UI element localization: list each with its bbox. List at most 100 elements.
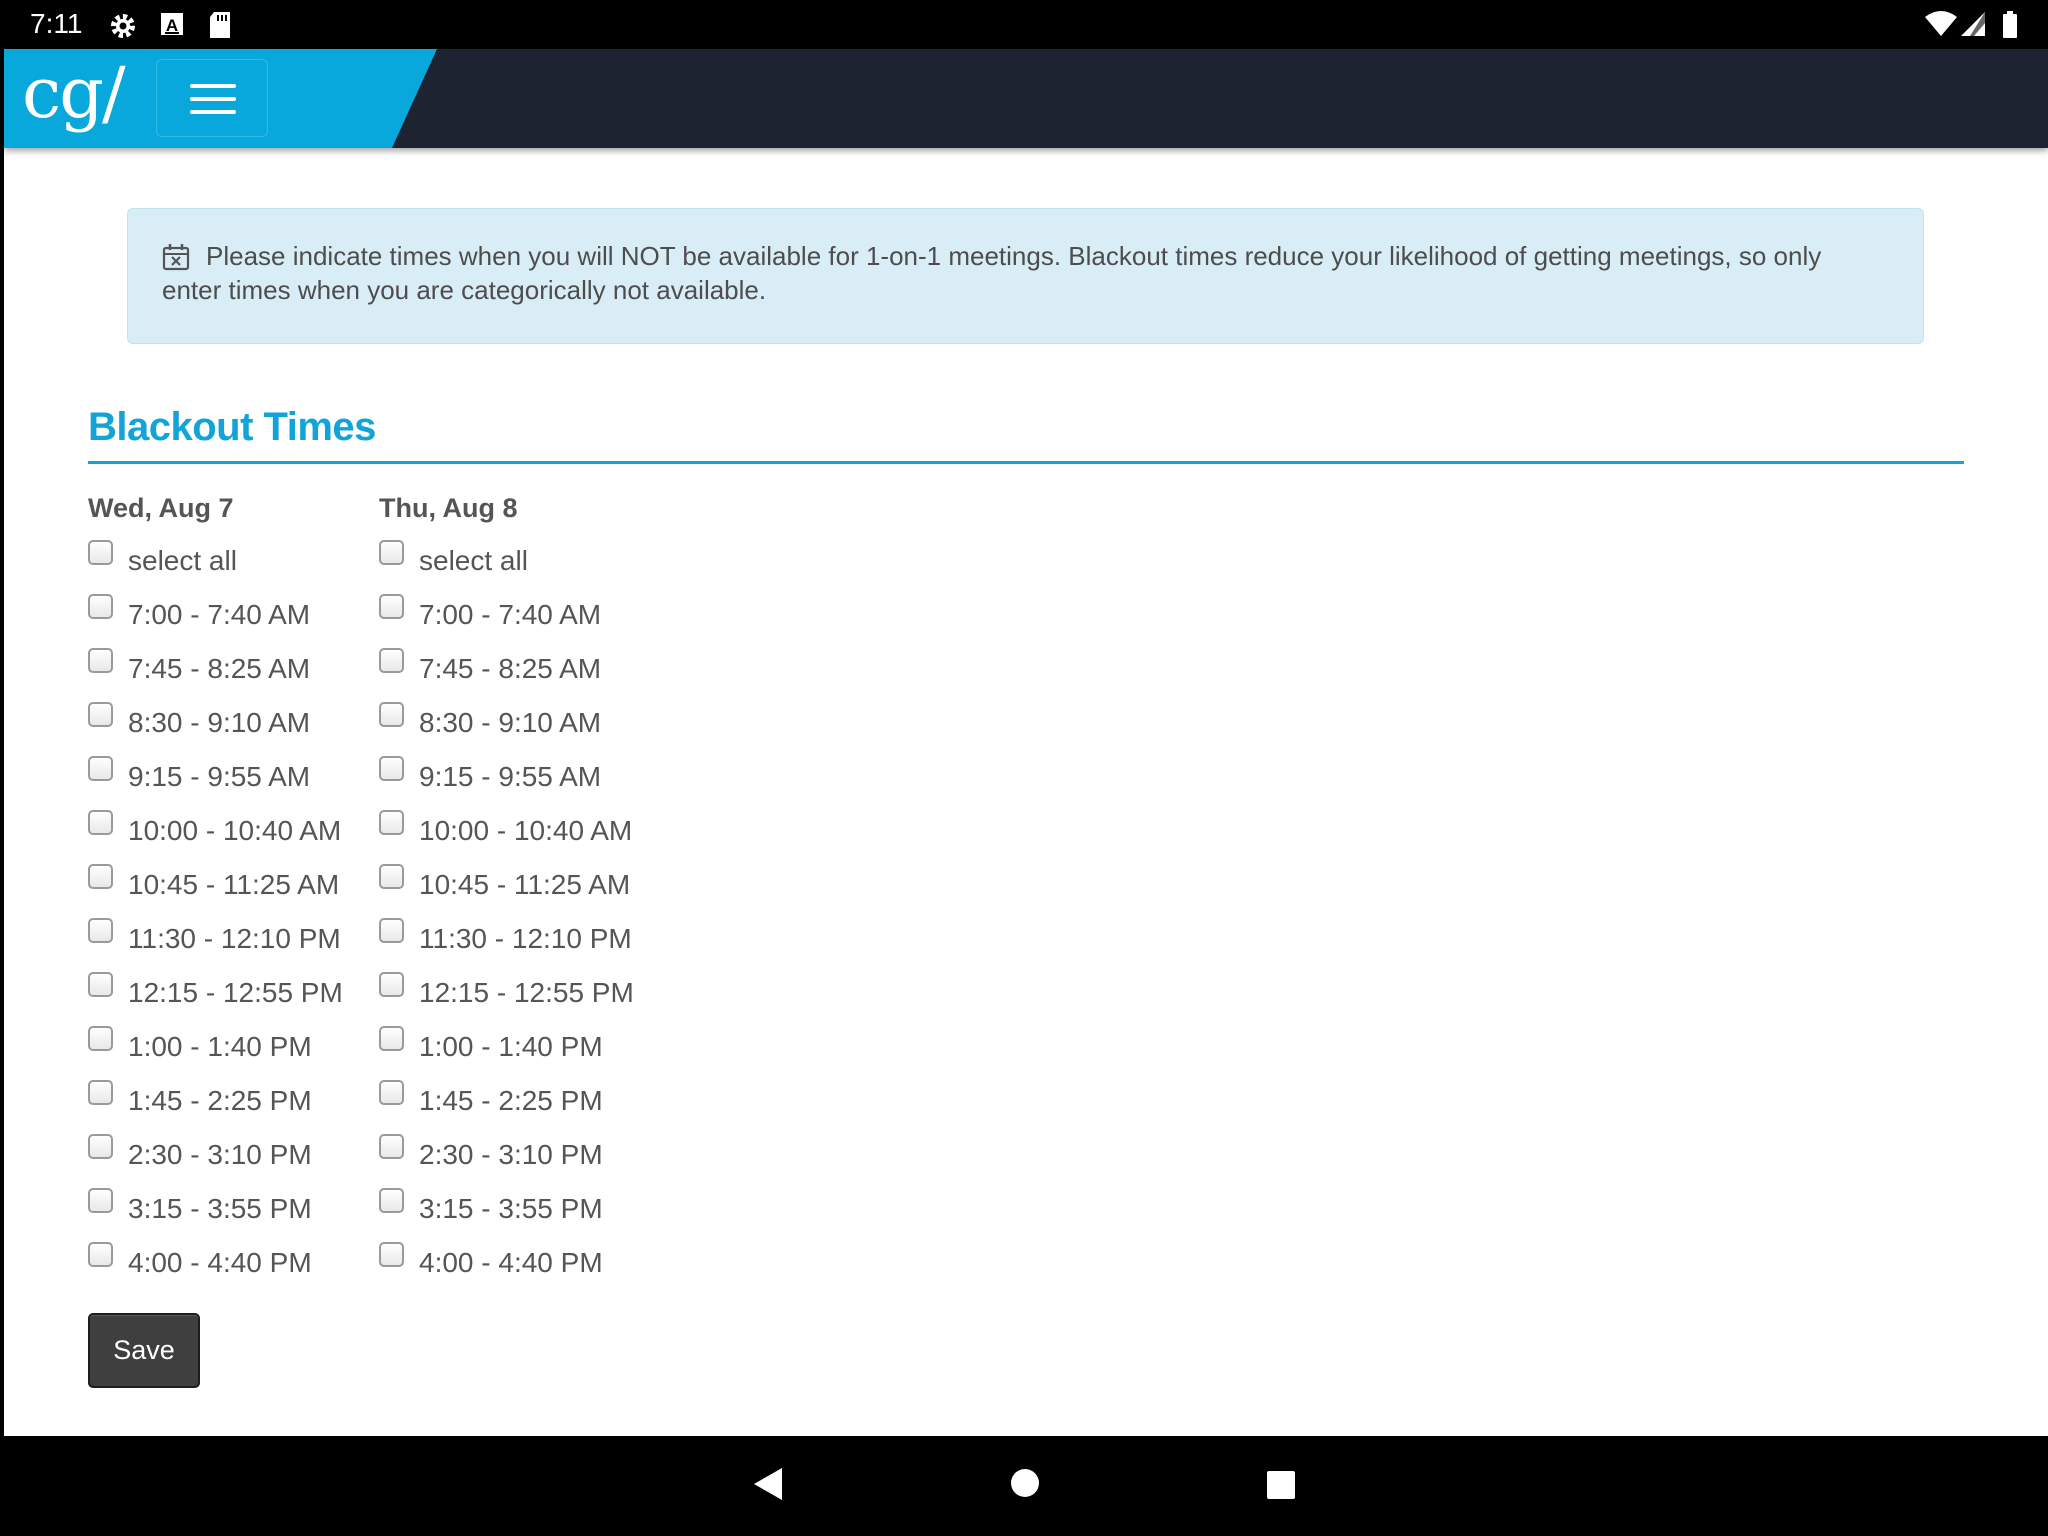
checkbox[interactable] — [379, 1242, 404, 1267]
time-slot-checkbox-row[interactable]: 3:15 - 3:55 PM — [88, 1186, 388, 1240]
time-slot-checkbox-row[interactable]: 11:30 - 12:10 PM — [379, 916, 679, 970]
checkbox-label: 10:00 - 10:40 AM — [128, 815, 342, 846]
checkbox[interactable] — [88, 648, 113, 673]
back-triangle-icon[interactable] — [752, 1466, 784, 1507]
checkbox-label: 7:45 - 8:25 AM — [128, 653, 311, 684]
time-slot-checkbox-row[interactable]: 10:00 - 10:40 AM — [88, 808, 388, 862]
checkbox-label: 12:15 - 12:55 PM — [128, 977, 343, 1008]
system-nav-bar — [0, 1436, 2048, 1536]
recents-square-icon[interactable] — [1266, 1470, 1296, 1505]
checkbox[interactable] — [379, 1134, 404, 1159]
checkbox[interactable] — [379, 864, 404, 889]
time-slot-checkbox-row[interactable]: 10:45 - 11:25 AM — [379, 862, 679, 916]
time-slot-checkbox-row[interactable]: 10:00 - 10:40 AM — [379, 808, 679, 862]
time-slot-checkbox-row[interactable]: 12:15 - 12:55 PM — [88, 970, 388, 1024]
time-slot-checkbox-row[interactable]: 12:15 - 12:55 PM — [379, 970, 679, 1024]
checkbox[interactable] — [88, 1242, 113, 1267]
checkbox[interactable] — [379, 1188, 404, 1213]
time-slot-checkbox-row[interactable]: 7:45 - 8:25 AM — [88, 646, 388, 700]
time-slot-checkbox-row[interactable]: 4:00 - 4:40 PM — [88, 1240, 388, 1294]
checkbox-label: 1:45 - 2:25 PM — [128, 1085, 312, 1116]
checkbox[interactable] — [379, 810, 404, 835]
day-column-wed: Wed, Aug 7 select all 7:00 - 7:40 AM 7:45 … — [88, 489, 388, 1294]
info-alert-text: Please indicate times when you will NOT … — [162, 241, 1822, 305]
checkbox[interactable] — [88, 918, 113, 943]
checkbox[interactable] — [379, 756, 404, 781]
checkbox-label: 11:30 - 12:10 PM — [419, 923, 632, 954]
time-slot-checkbox-row[interactable]: 1:00 - 1:40 PM — [88, 1024, 388, 1078]
day-title: Wed, Aug 7 — [88, 493, 234, 523]
checkbox[interactable] — [88, 540, 113, 565]
checkbox-label: 3:15 - 3:55 PM — [128, 1193, 312, 1224]
checkbox-label: 7:00 - 7:40 AM — [128, 599, 311, 630]
checkbox[interactable] — [88, 594, 113, 619]
time-slot-checkbox-row[interactable]: 4:00 - 4:40 PM — [379, 1240, 679, 1294]
time-slot-checkbox-row[interactable]: 1:00 - 1:40 PM — [379, 1024, 679, 1078]
time-slot-checkbox-row[interactable]: 7:00 - 7:40 AM — [88, 592, 388, 646]
checkbox[interactable] — [379, 648, 404, 673]
status-time: 7:11 — [30, 8, 83, 39]
time-slot-checkbox-row[interactable]: 1:45 - 2:25 PM — [88, 1078, 388, 1132]
time-slot-checkbox-row[interactable]: 9:15 - 9:55 AM — [379, 754, 679, 808]
time-slot-checkbox-row[interactable]: 10:45 - 11:25 AM — [88, 862, 388, 916]
checkbox-label: 4:00 - 4:40 PM — [419, 1247, 603, 1278]
checkbox[interactable] — [88, 1080, 113, 1105]
checkbox-label: 8:30 - 9:10 AM — [419, 707, 602, 738]
checkbox[interactable] — [379, 972, 404, 997]
checkbox[interactable] — [88, 1188, 113, 1213]
sd-card-icon — [208, 11, 232, 44]
status-bar: 7:11 A — [0, 0, 2048, 49]
checkbox[interactable] — [88, 864, 113, 889]
select-all-checkbox-row[interactable]: select all — [379, 538, 679, 592]
checkbox-label: 7:45 - 8:25 AM — [419, 653, 602, 684]
time-slot-checkbox-row[interactable]: 1:45 - 2:25 PM — [379, 1078, 679, 1132]
checkbox-label: 12:15 - 12:55 PM — [419, 977, 634, 1008]
checkbox-label: 10:45 - 11:25 AM — [419, 869, 631, 900]
checkbox[interactable] — [379, 702, 404, 727]
wifi-icon — [1924, 11, 1958, 42]
checkbox[interactable] — [88, 756, 113, 781]
time-slot-checkbox-row[interactable]: 9:15 - 9:55 AM — [88, 754, 388, 808]
checkbox-label: select all — [419, 545, 528, 576]
checkbox[interactable] — [379, 1026, 404, 1051]
time-slot-checkbox-row[interactable]: 7:00 - 7:40 AM — [379, 592, 679, 646]
checkbox-label: 4:00 - 4:40 PM — [128, 1247, 312, 1278]
time-slot-checkbox-row[interactable]: 11:30 - 12:10 PM — [88, 916, 388, 970]
checkbox[interactable] — [88, 702, 113, 727]
checkbox[interactable] — [88, 810, 113, 835]
top-navbar: cg/ — [4, 49, 2048, 148]
checkbox[interactable] — [379, 918, 404, 943]
home-circle-icon[interactable] — [1010, 1468, 1040, 1503]
menu-toggle-button[interactable] — [156, 59, 268, 137]
time-slot-checkbox-row[interactable]: 2:30 - 3:10 PM — [379, 1132, 679, 1186]
gear-icon — [108, 11, 138, 46]
battery-icon — [2002, 11, 2018, 44]
checkbox-label: 10:00 - 10:40 AM — [419, 815, 633, 846]
save-button[interactable]: Save — [88, 1313, 200, 1388]
checkbox[interactable] — [379, 540, 404, 565]
time-slot-checkbox-row[interactable]: 3:15 - 3:55 PM — [379, 1186, 679, 1240]
checkbox[interactable] — [379, 1080, 404, 1105]
time-slot-checkbox-row[interactable]: 8:30 - 9:10 AM — [379, 700, 679, 754]
checkbox-label: 9:15 - 9:55 AM — [419, 761, 602, 792]
checkbox[interactable] — [379, 594, 404, 619]
checkbox-label: 3:15 - 3:55 PM — [419, 1193, 603, 1224]
checkbox-label: 2:30 - 3:10 PM — [419, 1139, 603, 1170]
logo[interactable]: cg/ — [22, 53, 126, 133]
signal-icon — [1960, 11, 1986, 42]
checkbox-label: 10:45 - 11:25 AM — [128, 869, 340, 900]
brand-area: cg/ — [4, 49, 437, 148]
time-slot-checkbox-row[interactable]: 7:45 - 8:25 AM — [379, 646, 679, 700]
checkbox[interactable] — [88, 1026, 113, 1051]
checkbox[interactable] — [88, 972, 113, 997]
time-slot-checkbox-row[interactable]: 2:30 - 3:10 PM — [88, 1132, 388, 1186]
day-column-thu: Thu, Aug 8 select all 7:00 - 7:40 AM 7:45 … — [379, 489, 679, 1294]
time-slot-checkbox-row[interactable]: 8:30 - 9:10 AM — [88, 700, 388, 754]
select-all-checkbox-row[interactable]: select all — [88, 538, 388, 592]
day-title: Thu, Aug 8 — [379, 493, 518, 523]
checkbox[interactable] — [88, 1134, 113, 1159]
checkbox-label: 1:45 - 2:25 PM — [419, 1085, 603, 1116]
a-notification-icon: A — [160, 11, 184, 42]
info-alert: Please indicate times when you will NOT … — [127, 208, 1924, 344]
app-screen: cg/ Please indicate times when you will … — [4, 49, 2048, 1436]
